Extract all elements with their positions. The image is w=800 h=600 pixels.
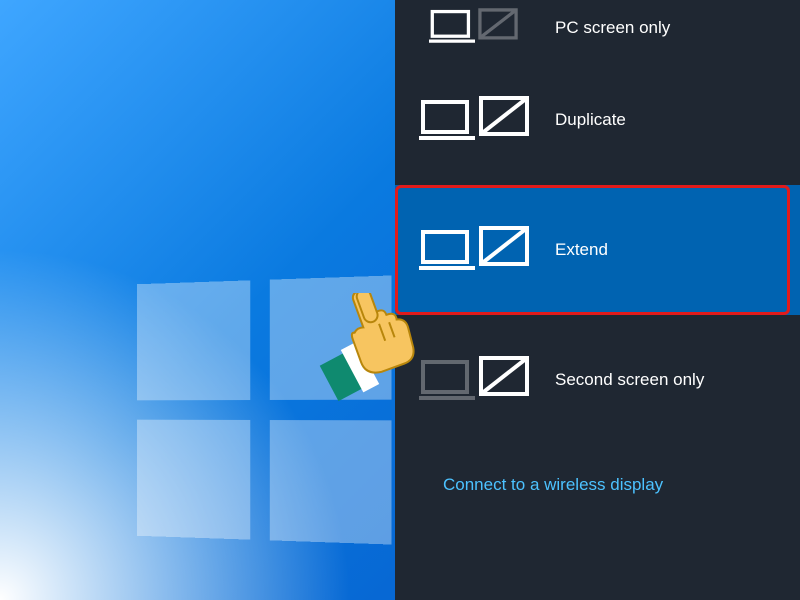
duplicate-icon [415,92,535,148]
project-option-extend[interactable]: Extend [395,185,800,315]
project-option-second-screen-only[interactable]: Second screen only [395,315,800,445]
windows-logo-icon [137,275,392,544]
project-option-pc-screen-only[interactable]: PC screen only [395,0,800,55]
pc-screen-only-icon [415,5,535,51]
project-option-label: PC screen only [555,18,670,38]
project-option-label: Duplicate [555,110,626,130]
second-screen-only-icon [415,352,535,408]
connect-wireless-display-link[interactable]: Connect to a wireless display [443,475,663,495]
project-option-duplicate[interactable]: Duplicate [395,55,800,185]
project-option-label: Extend [555,240,608,260]
extend-icon [415,222,535,278]
project-flyout-panel: PC screen only Duplicate [395,0,800,600]
project-option-label: Second screen only [555,370,704,390]
